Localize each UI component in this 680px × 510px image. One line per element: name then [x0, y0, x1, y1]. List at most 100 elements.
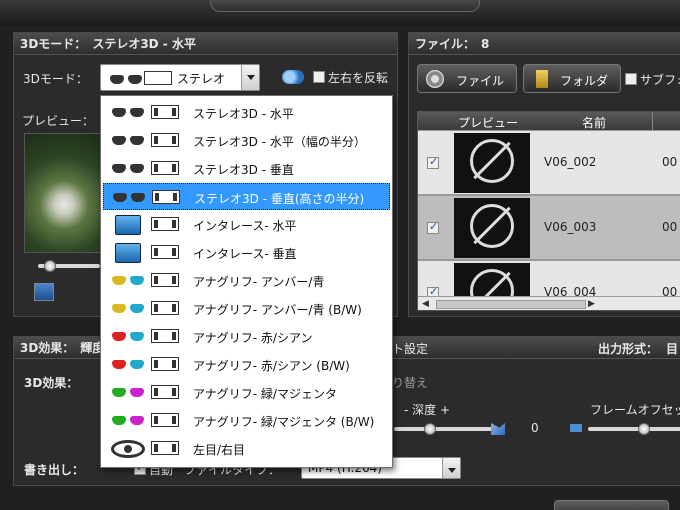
dropdown-item-label: インタレース- 垂直: [193, 247, 297, 261]
scroll-left-icon[interactable]: ◀: [422, 299, 429, 309]
dropdown-item[interactable]: アナグリフ- 緑/マジェンタ (B/W): [103, 407, 390, 434]
dropdown-item-label: 左目/右目: [193, 443, 246, 457]
dropdown-item[interactable]: アナグリフ- アンバー/青 (B/W): [103, 295, 390, 322]
frame-offset-icon: [570, 424, 582, 432]
dropdown-item[interactable]: 左目/右目: [103, 435, 390, 462]
monitor-icon: [107, 242, 143, 263]
shutter-glasses-icon: [107, 130, 144, 150]
dropdown-item[interactable]: インタレース- 水平: [103, 211, 390, 238]
file-panel-title: ファイル：: [415, 37, 476, 51]
horizontal-scrollbar[interactable]: ◀ ▶: [418, 296, 680, 310]
dropdown-item-label: ステレオ3D - 垂直: [193, 163, 294, 177]
passive-glasses-icon: [108, 187, 145, 207]
effects-panel-title: 3D効果：: [20, 341, 75, 355]
eye-icon: [107, 438, 145, 458]
settings-fragment: ト設定: [392, 342, 429, 356]
no-preview-icon: [470, 139, 514, 183]
file-row[interactable]: V06_004 00: [418, 261, 680, 301]
output-value: 目: [666, 342, 679, 356]
half-side-by-side-icon: [151, 133, 179, 147]
side-by-side-icon: [144, 71, 172, 85]
mode-dropdown-list[interactable]: ステレオ3D - 水平 ステレオ3D - 水平（幅の半分） ステレオ3D - 垂…: [100, 95, 393, 468]
half-top-bottom-icon: [152, 190, 180, 204]
depth-slider-track[interactable]: [394, 427, 494, 431]
preview-label: プレビュー：: [22, 114, 95, 128]
preview-seek-knob[interactable]: [44, 260, 56, 272]
monitor-icon: [107, 214, 143, 235]
green-magenta-glasses-icon: [107, 410, 144, 430]
film-reel-icon: [426, 70, 444, 88]
film-icon: [151, 329, 179, 343]
red-cyan-glasses-icon: [107, 354, 144, 374]
column-name[interactable]: 名前: [582, 114, 606, 131]
dropdown-item-label: インタレース- 水平: [193, 219, 297, 233]
scroll-thumb[interactable]: [436, 300, 586, 309]
frame-offset-label: フレームオフセッ: [590, 403, 680, 417]
horizontal-interlace-icon: [151, 217, 179, 231]
dropdown-item-label: ステレオ3D - 水平（幅の半分）: [193, 135, 366, 149]
swap-checkbox[interactable]: [313, 71, 325, 83]
dropdown-item[interactable]: インタレース- 垂直: [103, 239, 390, 266]
file-row[interactable]: V06_003 00: [418, 196, 680, 260]
preview-play-button[interactable]: [34, 283, 54, 301]
file-name: V06_003: [544, 220, 597, 234]
preview-image: [24, 133, 104, 253]
dropdown-item[interactable]: アナグリフ- 赤/シアン (B/W): [103, 351, 390, 378]
subfolder-label: サブフォ: [640, 73, 680, 87]
file-panel: ファイル： 8 ファイル フォルダ サブフォ プレビュー 名前 V06_002 0…: [408, 32, 680, 317]
mode-panel-header: 3Dモード： ステレオ3D - 水平: [14, 33, 397, 55]
file-row[interactable]: V06_002 00: [418, 131, 680, 195]
add-file-button[interactable]: ファイル: [417, 64, 517, 93]
column-preview[interactable]: プレビュー: [458, 114, 518, 131]
red-cyan-glasses-icon: [107, 326, 144, 346]
bottom-action-button[interactable]: [554, 500, 669, 510]
frame-offset-knob[interactable]: [638, 423, 650, 435]
dropdown-item-label: アナグリフ- アンバー/青: [193, 275, 325, 289]
effect-label: 3D効果：: [24, 376, 79, 390]
dropdown-item-label: アナグリフ- 赤/シアン (B/W): [193, 359, 350, 373]
dropdown-item-label: ステレオ3D - 垂直(高さの半分): [194, 192, 365, 206]
dropdown-item[interactable]: アナグリフ- 赤/シアン: [103, 323, 390, 350]
top-button[interactable]: [210, 0, 480, 12]
chevron-down-icon[interactable]: [442, 458, 460, 478]
export-label: 書き出し：: [24, 463, 85, 477]
depth-slider-knob[interactable]: [424, 423, 436, 435]
chevron-down-icon[interactable]: [241, 65, 259, 90]
mode-select-value: ステレオ: [177, 72, 226, 86]
output-label: 出力形式：: [598, 342, 659, 356]
dropdown-item-label: ステレオ3D - 水平: [193, 107, 294, 121]
thumbnail: [454, 133, 530, 193]
add-folder-button[interactable]: フォルダ: [523, 64, 621, 93]
add-file-label: ファイル: [456, 74, 505, 88]
dropdown-item[interactable]: アナグリフ- 緑/マジェンタ: [103, 379, 390, 406]
shutter-glasses-icon: [107, 102, 144, 122]
file-row-checkbox[interactable]: [427, 220, 439, 234]
dropdown-item-label: アナグリフ- 緑/マジェンタ (B/W): [193, 415, 375, 429]
top-toolbar: [0, 0, 680, 26]
dropdown-item[interactable]: ステレオ3D - 垂直: [103, 155, 390, 182]
mode-panel-value: ステレオ3D - 水平: [92, 37, 196, 51]
mode-select[interactable]: ステレオ: [100, 64, 260, 91]
amber-blue-glasses-icon: [107, 270, 144, 290]
dropdown-item[interactable]: ステレオ3D - 水平（幅の半分）: [103, 127, 390, 154]
dropdown-item[interactable]: アナグリフ- アンバー/青: [103, 267, 390, 294]
file-name: V06_002: [544, 155, 597, 169]
dropdown-item-label: アナグリフ- 赤/シアン: [193, 331, 313, 345]
film-icon: [151, 357, 179, 371]
shutter-glasses-icon: [105, 69, 142, 87]
dropdown-item-selected[interactable]: ステレオ3D - 垂直(高さの半分): [103, 183, 390, 210]
subfolder-checkbox[interactable]: [625, 73, 637, 85]
switch-fragment: り替え: [392, 376, 429, 390]
film-icon: [151, 385, 179, 399]
file-row-checkbox[interactable]: [427, 155, 439, 169]
passive-glasses-icon: [107, 158, 144, 178]
green-magenta-glasses-icon: [107, 382, 144, 402]
top-bottom-icon: [151, 161, 179, 175]
file-panel-header: ファイル： 8: [409, 33, 680, 55]
film-icon: [151, 301, 179, 315]
frame-offset-track[interactable]: [588, 427, 680, 431]
film-icon: [151, 413, 179, 427]
dropdown-item[interactable]: ステレオ3D - 水平: [103, 99, 390, 126]
scroll-right-icon[interactable]: ▶: [588, 299, 595, 309]
film-icon: [151, 273, 179, 287]
